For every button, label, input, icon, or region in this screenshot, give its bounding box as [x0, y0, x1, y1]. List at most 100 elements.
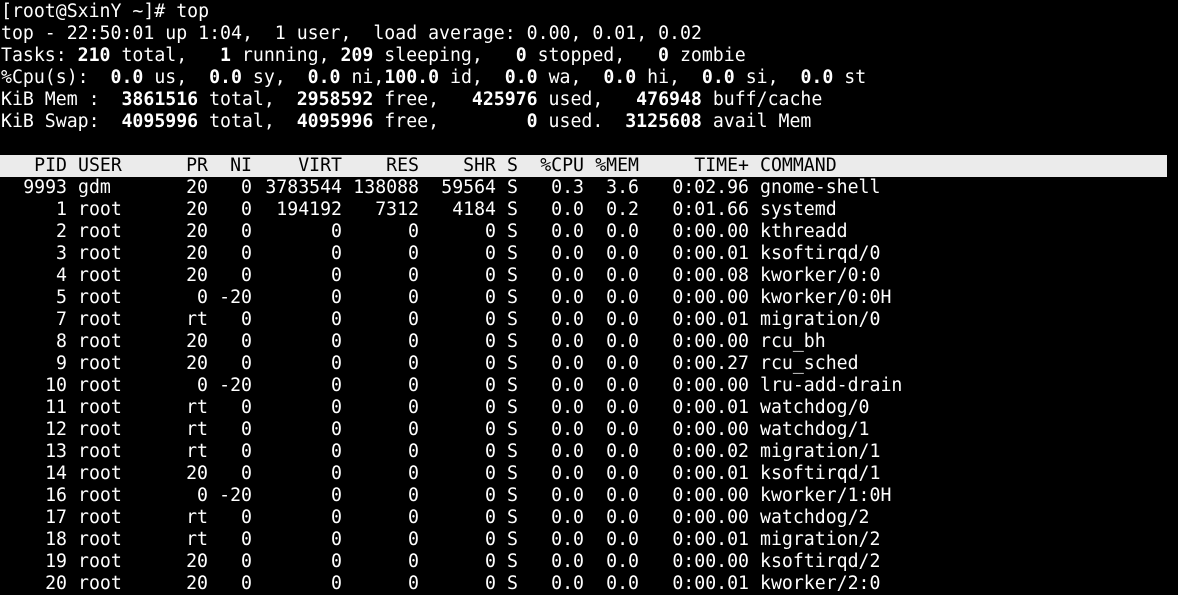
cell-s: S — [507, 243, 518, 264]
table-row: 11 root rt 0 0 0 0 S 0.0 0.0 0:00.01 watchdog/0 — [0, 397, 1178, 419]
cell-ni: 0 — [241, 331, 252, 352]
cell-cmd: rcu_sched — [760, 353, 859, 374]
table-row: 9 root 20 0 0 0 0 S 0.0 0.0 0:00.27 rcu_sched — [0, 353, 1178, 375]
cell-mem: 0.0 — [606, 507, 639, 528]
cell-virt: 0 — [331, 309, 342, 330]
cell-cmd: kworker/0:0 — [760, 265, 881, 286]
cell-mem: 0.0 — [606, 485, 639, 506]
cell-time: 0:02.96 — [672, 177, 749, 198]
cell-ni: -20 — [219, 485, 252, 506]
tasks-stopped: 0 — [515, 45, 527, 66]
cell-time: 0:00.00 — [672, 485, 749, 506]
terminal-window[interactable]: [root@SxinY ~]# top top - 22:50:01 up 1:… — [0, 0, 1178, 595]
cpu-wa: 0.0 — [504, 67, 538, 88]
cell-pr: rt — [186, 441, 208, 462]
cell-user: root — [78, 507, 122, 528]
cell-cpu: 0.0 — [551, 331, 584, 352]
column-header-pr: PR — [186, 155, 208, 176]
column-header-shr: SHR — [463, 155, 496, 176]
cell-mem: 0.2 — [606, 199, 639, 220]
cell-s: S — [507, 199, 518, 220]
cell-virt: 0 — [331, 507, 342, 528]
cpu-si: 0.0 — [701, 67, 735, 88]
load-average-label: load average: — [373, 23, 527, 44]
cell-pr: rt — [186, 507, 208, 528]
cell-mem: 0.0 — [606, 375, 639, 396]
cell-pr: 20 — [186, 221, 208, 242]
cell-ni: 0 — [241, 265, 252, 286]
cell-ni: 0 — [241, 419, 252, 440]
cell-cpu: 0.0 — [551, 507, 584, 528]
cell-mem: 0.0 — [606, 397, 639, 418]
cell-s: S — [507, 441, 518, 462]
cell-ni: 0 — [241, 551, 252, 572]
cell-time: 0:00.01 — [672, 397, 749, 418]
cell-s: S — [507, 353, 518, 374]
swap-used: 0 — [526, 111, 538, 132]
cell-cpu: 0.0 — [551, 375, 584, 396]
cell-mem: 3.6 — [606, 177, 639, 198]
cell-pid: 12 — [45, 419, 67, 440]
cell-virt: 0 — [331, 265, 342, 286]
cell-s: S — [507, 507, 518, 528]
cpu-label: %Cpu(s): — [1, 67, 89, 88]
cell-pid: 14 — [45, 463, 67, 484]
cell-cmd: kworker/1:0H — [760, 485, 892, 506]
cell-mem: 0.0 — [606, 265, 639, 286]
cell-cmd: ksoftirqd/1 — [760, 463, 881, 484]
cell-pid: 20 — [45, 573, 67, 594]
cell-s: S — [507, 309, 518, 330]
cell-time: 0:00.01 — [672, 529, 749, 550]
cell-shr: 0 — [485, 419, 496, 440]
mem-used: 425976 — [471, 89, 538, 110]
table-row: 17 root rt 0 0 0 0 S 0.0 0.0 0:00.00 watchdog/2 — [0, 507, 1178, 529]
cell-ni: 0 — [241, 243, 252, 264]
cell-res: 0 — [408, 375, 419, 396]
cell-res: 0 — [408, 507, 419, 528]
cell-ni: 0 — [241, 199, 252, 220]
cell-shr: 0 — [485, 221, 496, 242]
cell-mem: 0.0 — [606, 463, 639, 484]
cell-res: 0 — [408, 287, 419, 308]
cell-pid: 4 — [56, 265, 67, 286]
cell-shr: 0 — [485, 485, 496, 506]
swap-free: 4095996 — [296, 111, 374, 132]
cell-s: S — [507, 331, 518, 352]
cell-cmd: kworker/2:0 — [760, 573, 881, 594]
cell-s: S — [507, 375, 518, 396]
cell-res: 0 — [408, 309, 419, 330]
cell-virt: 0 — [331, 397, 342, 418]
cell-virt: 0 — [331, 551, 342, 572]
cell-user: root — [78, 331, 122, 352]
cell-virt: 0 — [331, 529, 342, 550]
cell-time: 0:01.66 — [672, 199, 749, 220]
cell-ni: -20 — [219, 287, 252, 308]
cell-shr: 0 — [485, 507, 496, 528]
mem-free: 2958592 — [296, 89, 374, 110]
load-15min: 0.02 — [658, 23, 702, 44]
cell-cpu: 0.0 — [551, 551, 584, 572]
top-uptime-line: top - 22:50:01 up 1:04, 1 user, load ave… — [1, 23, 702, 44]
cell-ni: 0 — [241, 397, 252, 418]
table-row: 1 root 20 0 194192 7312 4184 S 0.0 0.2 0:01.66 syst… — [0, 199, 1178, 221]
cell-s: S — [507, 419, 518, 440]
cell-mem: 0.0 — [606, 331, 639, 352]
cell-time: 0:00.00 — [672, 287, 749, 308]
cell-cpu: 0.0 — [551, 221, 584, 242]
cell-mem: 0.0 — [606, 441, 639, 462]
table-row: 8 root 20 0 0 0 0 S 0.0 0.0 0:00.00 rcu_bh — [0, 331, 1178, 353]
cell-cmd: kthreadd — [760, 221, 848, 242]
cell-user: root — [78, 485, 122, 506]
cell-user: gdm — [78, 177, 111, 198]
cell-virt: 0 — [331, 573, 342, 594]
table-row: 4 root 20 0 0 0 0 S 0.0 0.0 0:00.08 kworker/0:0 — [0, 265, 1178, 287]
cell-shr: 0 — [485, 243, 496, 264]
cell-user: root — [78, 573, 122, 594]
cell-shr: 0 — [485, 529, 496, 550]
cell-cpu: 0.0 — [551, 287, 584, 308]
uptime-value: 1:04 — [198, 23, 242, 44]
cell-pid: 9 — [56, 353, 67, 374]
cell-cpu: 0.0 — [551, 353, 584, 374]
cell-cmd: migration/2 — [760, 529, 881, 550]
cell-virt: 3783544 — [265, 177, 342, 198]
